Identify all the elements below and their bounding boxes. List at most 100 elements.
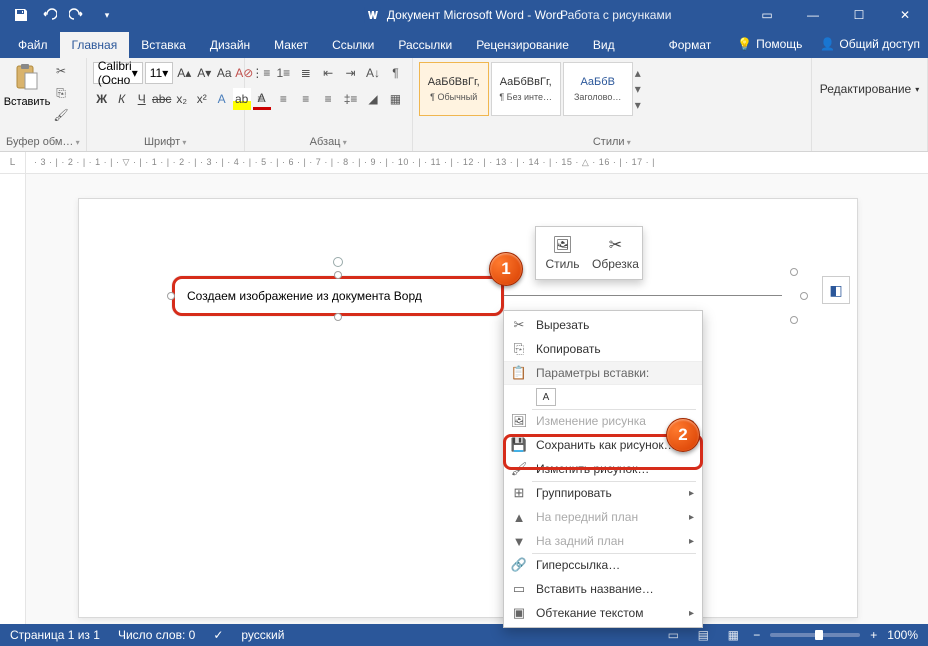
shrink-font-icon[interactable]: A▾ — [195, 62, 213, 84]
mini-crop-button[interactable]: ✂Обрезка — [589, 227, 642, 279]
strike-button[interactable]: abc — [153, 88, 171, 110]
line-spacing-icon[interactable]: ‡≡ — [340, 88, 360, 110]
style-normal[interactable]: АаБбВвГг,¶ Обычный — [419, 62, 489, 116]
selection-right: ◧ — [782, 276, 808, 316]
menu-copy[interactable]: ⎘Копировать — [504, 337, 702, 361]
editing-button[interactable]: Редактирование▾ — [818, 62, 921, 116]
styles-more[interactable]: ▴▾▾ — [635, 62, 651, 116]
read-mode-icon[interactable]: ▭ — [663, 627, 683, 643]
tab-view[interactable]: Вид — [581, 32, 627, 58]
status-page[interactable]: Страница 1 из 1 — [10, 628, 100, 642]
resize-handle-left[interactable] — [167, 292, 175, 300]
horizontal-ruler[interactable]: · 3 · | · 2 · | · 1 · | · ▽ · | · 1 · | … — [26, 157, 928, 168]
mini-style-button[interactable]: 🖼Стиль — [536, 227, 589, 279]
window-controls: ▭ — ☐ ✕ — [744, 0, 928, 30]
qat-customize-icon[interactable]: ▾ — [94, 2, 120, 28]
print-layout-icon[interactable]: ▤ — [693, 627, 713, 643]
justify-icon[interactable]: ≡ — [318, 88, 338, 110]
bold-button[interactable]: Ж — [93, 88, 111, 110]
style-nospace[interactable]: АаБбВвГг,¶ Без инте… — [491, 62, 561, 116]
zoom-level[interactable]: 100% — [887, 628, 918, 642]
align-center-icon[interactable]: ≡ — [273, 88, 293, 110]
cut-icon[interactable]: ✂ — [52, 62, 70, 80]
layout-options-icon[interactable]: ◧ — [822, 276, 850, 304]
align-left-icon[interactable]: ≡ — [251, 88, 271, 110]
menu-insert-caption[interactable]: ▭Вставить название… — [504, 577, 702, 601]
dec-indent-icon[interactable]: ⇤ — [318, 62, 338, 84]
selected-text-object[interactable]: Создаем изображение из документа Ворд — [172, 276, 504, 316]
crop-icon: ✂ — [609, 235, 622, 255]
sort-icon[interactable]: A↓ — [363, 62, 383, 84]
superscript-button[interactable]: x² — [193, 88, 211, 110]
status-language[interactable]: русский — [241, 628, 284, 642]
underline-button[interactable]: Ч — [133, 88, 151, 110]
resize-handle-top[interactable] — [334, 271, 342, 279]
undo-icon[interactable] — [36, 2, 62, 28]
rotate-handle-icon[interactable] — [333, 257, 343, 267]
tab-home[interactable]: Главная — [60, 32, 130, 58]
text-effects-icon[interactable]: A — [213, 88, 231, 110]
tab-mailings[interactable]: Рассылки — [386, 32, 464, 58]
change-case-icon[interactable]: Aa — [215, 62, 233, 84]
tab-format[interactable]: Формат — [657, 32, 724, 58]
grow-font-icon[interactable]: A▴ — [175, 62, 193, 84]
resize-handle-br[interactable] — [790, 316, 798, 324]
paste-button[interactable]: Вставить — [6, 62, 48, 124]
align-right-icon[interactable]: ≡ — [296, 88, 316, 110]
menu-send-back[interactable]: ▼На задний план▸ — [504, 529, 702, 553]
borders-icon[interactable]: ▦ — [385, 88, 405, 110]
copy-icon: ⎘ — [510, 341, 528, 357]
zoom-in-icon[interactable]: + — [870, 628, 877, 642]
person-icon: 👤 — [820, 37, 835, 51]
maximize-icon[interactable]: ☐ — [836, 0, 882, 30]
save-icon[interactable] — [8, 2, 34, 28]
menu-group[interactable]: ⊞Группировать▸ — [504, 481, 702, 505]
style-heading1[interactable]: АаБбВЗаголово… — [563, 62, 633, 116]
format-painter-icon[interactable]: 🖌 — [52, 106, 70, 124]
ribbon-options-icon[interactable]: ▭ — [744, 0, 790, 30]
status-words[interactable]: Число слов: 0 — [118, 628, 195, 642]
copy-icon[interactable]: ⎘ — [52, 84, 70, 102]
tab-design[interactable]: Дизайн — [198, 32, 262, 58]
ribbon: Вставить ✂ ⎘ 🖌 Буфер обм… Calibri (Осно▾… — [0, 58, 928, 152]
bullets-icon[interactable]: ⋮≡ — [251, 62, 271, 84]
status-proofing-icon[interactable]: ✓ — [213, 628, 223, 642]
multilevel-icon[interactable]: ≣ — [296, 62, 316, 84]
tab-review[interactable]: Рецензирование — [464, 32, 581, 58]
help-button[interactable]: 💡Помощь — [737, 37, 802, 51]
minimize-icon[interactable]: — — [790, 0, 836, 30]
show-marks-icon[interactable]: ¶ — [385, 62, 405, 84]
font-name-select[interactable]: Calibri (Осно▾ — [93, 62, 143, 84]
subscript-button[interactable]: x₂ — [173, 88, 191, 110]
web-layout-icon[interactable]: ▦ — [723, 627, 743, 643]
menu-bring-front[interactable]: ▲На передний план▸ — [504, 505, 702, 529]
shading-icon[interactable]: ◢ — [363, 88, 383, 110]
redo-icon[interactable] — [64, 2, 90, 28]
styles-group-label: Стили — [419, 134, 805, 150]
tab-file[interactable]: Файл — [6, 32, 60, 58]
zoom-out-icon[interactable]: − — [753, 628, 760, 642]
page[interactable] — [78, 198, 858, 618]
menu-text-wrap[interactable]: ▣Обтекание текстом▸ — [504, 601, 702, 625]
resize-handle-tr[interactable] — [790, 268, 798, 276]
save-picture-icon: 💾 — [510, 437, 528, 453]
numbering-icon[interactable]: 1≡ — [273, 62, 293, 84]
share-button[interactable]: 👤Общий доступ — [820, 37, 920, 51]
resize-handle-right[interactable] — [800, 292, 808, 300]
clipboard-group-label: Буфер обм… — [6, 134, 80, 150]
menu-hyperlink[interactable]: 🔗Гиперссылка… — [504, 553, 702, 577]
menu-cut[interactable]: ✂Вырезать — [504, 313, 702, 337]
font-size-select[interactable]: 11▾ — [145, 62, 174, 84]
paragraph-group: ⋮≡ 1≡ ≣ ⇤ ⇥ A↓ ¶ ≡ ≡ ≡ ≡ ‡≡ ◢ ▦ Абзац — [245, 58, 413, 151]
vertical-ruler[interactable] — [0, 174, 26, 624]
menu-paste-option[interactable]: A — [504, 385, 702, 409]
tab-insert[interactable]: Вставка — [129, 32, 198, 58]
tab-references[interactable]: Ссылки — [320, 32, 386, 58]
resize-handle-bottom[interactable] — [334, 313, 342, 321]
italic-button[interactable]: К — [113, 88, 131, 110]
inc-indent-icon[interactable]: ⇥ — [340, 62, 360, 84]
zoom-slider[interactable] — [770, 633, 860, 637]
tab-layout[interactable]: Макет — [262, 32, 320, 58]
close-icon[interactable]: ✕ — [882, 0, 928, 30]
menu-edit-picture[interactable]: 🖌Изменить рисунок… — [504, 457, 702, 481]
